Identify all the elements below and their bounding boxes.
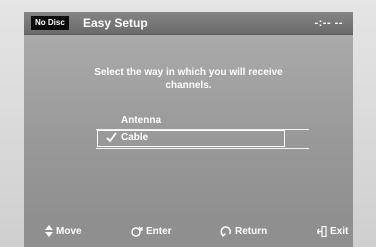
clock-display: -:-- --: [314, 17, 343, 29]
exit-hint-label: Exit: [330, 225, 349, 237]
option-cable[interactable]: Cable: [121, 131, 148, 145]
exit-icon: [317, 225, 327, 237]
return-hint: Return: [220, 224, 267, 238]
setup-prompt: Select the way in which you will receive…: [94, 67, 283, 91]
up-down-arrow-icon: [45, 225, 53, 237]
move-hint-label: Move: [56, 225, 82, 237]
title-bar: No Disc Easy Setup -:-- --: [24, 12, 353, 35]
disc-status-badge: No Disc: [31, 16, 69, 30]
option-antenna[interactable]: Antenna: [121, 114, 161, 128]
move-hint: Move: [45, 224, 82, 238]
enter-icon: [131, 226, 143, 237]
divider-bottom: [96, 148, 309, 149]
return-icon: [220, 225, 231, 237]
easy-setup-screen: No Disc Easy Setup -:-- -- Select the wa…: [0, 0, 376, 247]
setup-panel: Select the way in which you will receive…: [24, 35, 353, 217]
enter-hint-label: Enter: [146, 225, 172, 237]
exit-hint: Exit: [317, 224, 348, 238]
return-hint-label: Return: [235, 225, 268, 237]
checkmark-icon: [106, 132, 117, 143]
footer-bar: Move Enter Return Exit: [24, 217, 353, 247]
enter-hint: Enter: [131, 224, 172, 238]
page-title: Easy Setup: [83, 16, 148, 30]
